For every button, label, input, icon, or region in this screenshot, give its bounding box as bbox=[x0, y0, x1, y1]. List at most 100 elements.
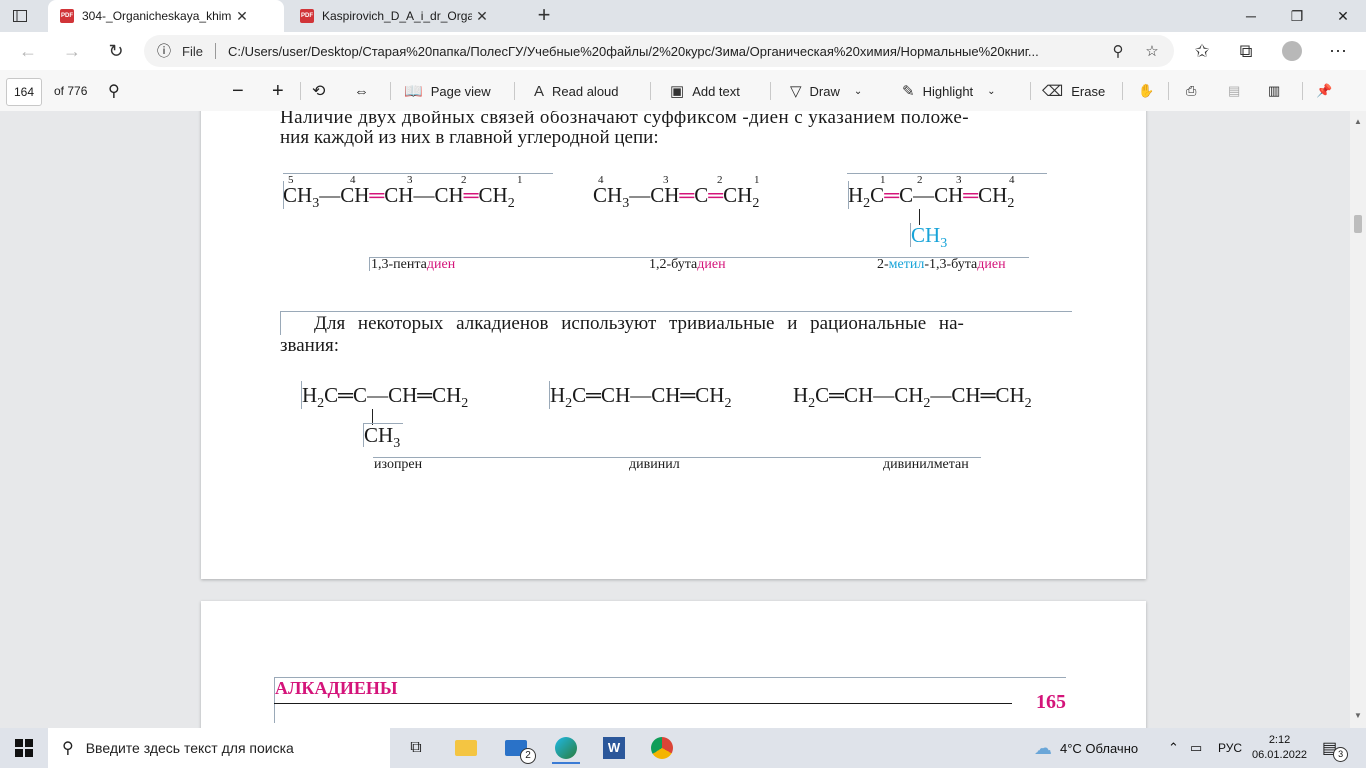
guide-line bbox=[280, 311, 281, 335]
guide-line bbox=[283, 181, 284, 209]
clock[interactable]: 2:12 06.01.2022 bbox=[1252, 728, 1307, 768]
zoom-out-button[interactable]: − bbox=[232, 78, 244, 104]
page-view-icon: 📖 bbox=[404, 83, 423, 100]
caption-suffix: диен bbox=[697, 257, 726, 272]
caption-text: 1,2-бута bbox=[649, 257, 698, 272]
highlight-button[interactable]: ✎ Highlight ⌄ bbox=[902, 78, 996, 104]
restore-button[interactable]: ❐ bbox=[1274, 0, 1320, 32]
weather-widget[interactable]: ☁ 4°C Облачно bbox=[1034, 728, 1138, 768]
para-line-1: Для некоторых алкадиенов используют трив… bbox=[314, 313, 964, 334]
windows-start-icon[interactable] bbox=[10, 734, 38, 762]
zoom-in-button[interactable]: + bbox=[272, 78, 284, 104]
methyl-substituent: CH3 bbox=[911, 223, 948, 252]
tab-title: 304-_Organicheskaya_khimia_Ch bbox=[82, 9, 232, 23]
caption-pentadiene: 1,3-пентадиен bbox=[371, 257, 455, 273]
formula-divinyl: H2C═CH—CH═CH2 bbox=[550, 383, 732, 412]
caption-text: -1,3-бута bbox=[924, 257, 978, 272]
vertical-scrollbar[interactable]: ▲ ▼ bbox=[1350, 111, 1366, 728]
back-button[interactable]: ← bbox=[12, 35, 44, 67]
close-tab-icon[interactable]: ✕ bbox=[232, 8, 252, 25]
page-number-165: 165 bbox=[1036, 691, 1066, 713]
address-bar[interactable]: ⓘ File C:/Users/user/Desktop/Старая%20па… bbox=[144, 35, 1174, 67]
zoom-icon[interactable]: ⚲ bbox=[1106, 39, 1130, 63]
windows-taskbar: ⚲ Введите здесь текст для поиска ⧉ 2 W ☁… bbox=[0, 728, 1366, 768]
profile-avatar[interactable] bbox=[1276, 35, 1308, 67]
notification-center-icon[interactable]: ▤ 3 bbox=[1322, 728, 1349, 768]
touch-write-icon[interactable]: ✋ bbox=[1138, 78, 1154, 104]
print-icon[interactable]: ⎙ bbox=[1186, 78, 1196, 104]
pdf-viewer: Наличие двух двойных связей обозначают с… bbox=[0, 111, 1350, 728]
close-window-button[interactable]: ✕ bbox=[1320, 0, 1366, 32]
scroll-up-arrow[interactable]: ▲ bbox=[1354, 117, 1362, 126]
toolbar-divider bbox=[1030, 82, 1031, 100]
para-line-2: звания: bbox=[280, 335, 340, 356]
url-text[interactable]: C:/Users/user/Desktop/Старая%20папка/Пол… bbox=[228, 44, 1098, 59]
guide-line bbox=[848, 181, 849, 209]
refresh-button[interactable]: ↻ bbox=[100, 35, 132, 67]
add-favorite-icon[interactable]: ☆ bbox=[1140, 39, 1164, 63]
read-aloud-button[interactable]: A Read aloud bbox=[534, 78, 619, 104]
save-as-icon[interactable]: ▥ bbox=[1268, 78, 1280, 104]
guide-line bbox=[910, 223, 911, 247]
tab-organic-chemistry[interactable]: PDF 304-_Organicheskaya_khimia_Ch ✕ bbox=[48, 0, 284, 32]
collections-icon[interactable]: ⧉ bbox=[1230, 35, 1262, 67]
network-icon[interactable]: ▭ bbox=[1190, 728, 1202, 768]
more-menu-icon[interactable]: ⋯ bbox=[1322, 35, 1354, 67]
caption-butadiene-12: 1,2-бутадиен bbox=[649, 257, 726, 273]
tab-actions-menu-icon[interactable] bbox=[12, 8, 28, 24]
tray-overflow-icon[interactable]: ⌃ bbox=[1168, 728, 1179, 768]
formula-pentadiene: CH3—CH═CH—CH═CH2 bbox=[283, 183, 515, 212]
rotate-icon[interactable]: ⟲ bbox=[312, 78, 325, 104]
favorites-icon[interactable]: ✩ bbox=[1186, 35, 1218, 67]
info-icon[interactable]: ⓘ bbox=[152, 39, 176, 63]
guide-line bbox=[280, 311, 1072, 312]
add-text-label: Add text bbox=[692, 83, 740, 99]
scheme-label: File bbox=[182, 43, 203, 59]
add-text-button[interactable]: ▣ Add text bbox=[670, 78, 740, 104]
page-total: of 776 bbox=[54, 84, 88, 98]
add-text-icon: ▣ bbox=[670, 83, 685, 100]
guide-line bbox=[363, 423, 364, 447]
page-view-label: Page view bbox=[430, 83, 491, 99]
highlight-icon: ✎ bbox=[902, 83, 915, 100]
tab-kaspirovich[interactable]: PDF Kaspirovich_D_A_i_dr_Organiche ✕ bbox=[288, 0, 524, 32]
header-rule bbox=[274, 703, 1012, 704]
toolbar-divider bbox=[1168, 82, 1169, 100]
draw-button[interactable]: ▽ Draw ⌄ bbox=[790, 78, 862, 104]
name-divinylmethane: дивинилметан bbox=[883, 457, 969, 472]
chevron-down-icon[interactable]: ⌄ bbox=[987, 86, 995, 97]
scroll-down-arrow[interactable]: ▼ bbox=[1354, 711, 1362, 720]
task-view-icon[interactable]: ⧉ bbox=[402, 734, 430, 762]
taskbar-search[interactable]: ⚲ Введите здесь текст для поиска bbox=[48, 728, 390, 768]
erase-button[interactable]: ⌫ Erase bbox=[1042, 78, 1105, 104]
scroll-thumb[interactable] bbox=[1354, 215, 1362, 233]
mail-icon[interactable]: 2 bbox=[502, 734, 536, 764]
new-tab-button[interactable]: + bbox=[532, 2, 556, 30]
edge-icon[interactable] bbox=[552, 734, 580, 764]
search-icon[interactable]: ⚲ bbox=[108, 78, 120, 104]
page-number-input[interactable]: 164 bbox=[6, 78, 42, 106]
toolbar-divider bbox=[300, 82, 301, 100]
read-aloud-icon: A bbox=[534, 82, 545, 100]
forward-button[interactable]: → bbox=[56, 35, 88, 67]
save-icon[interactable]: ▤ bbox=[1228, 78, 1240, 104]
file-explorer-icon[interactable] bbox=[452, 734, 480, 762]
caption-line bbox=[369, 257, 370, 271]
word-icon[interactable]: W bbox=[600, 734, 628, 762]
tab-strip: PDF 304-_Organicheskaya_khimia_Ch ✕ PDF … bbox=[0, 0, 1366, 32]
toolbar-divider bbox=[1302, 82, 1303, 100]
language-indicator[interactable]: РУС bbox=[1218, 728, 1242, 768]
page-view-button[interactable]: 📖 Page view bbox=[404, 78, 491, 104]
tab-title: Kaspirovich_D_A_i_dr_Organiche bbox=[322, 9, 472, 23]
clock-date: 06.01.2022 bbox=[1252, 749, 1308, 761]
draw-label: Draw bbox=[809, 83, 840, 99]
chrome-icon[interactable] bbox=[648, 734, 676, 762]
pin-toolbar-icon[interactable]: 📌 bbox=[1316, 78, 1332, 104]
read-aloud-label: Read aloud bbox=[552, 83, 619, 99]
chevron-down-icon[interactable]: ⌄ bbox=[854, 86, 862, 97]
close-tab-icon[interactable]: ✕ bbox=[472, 8, 492, 25]
methyl-group: CH3 bbox=[364, 423, 401, 452]
caption-text: 2- bbox=[877, 257, 889, 272]
fit-page-icon[interactable]: ⇔ bbox=[354, 78, 369, 104]
minimize-button[interactable]: ─ bbox=[1228, 0, 1274, 32]
